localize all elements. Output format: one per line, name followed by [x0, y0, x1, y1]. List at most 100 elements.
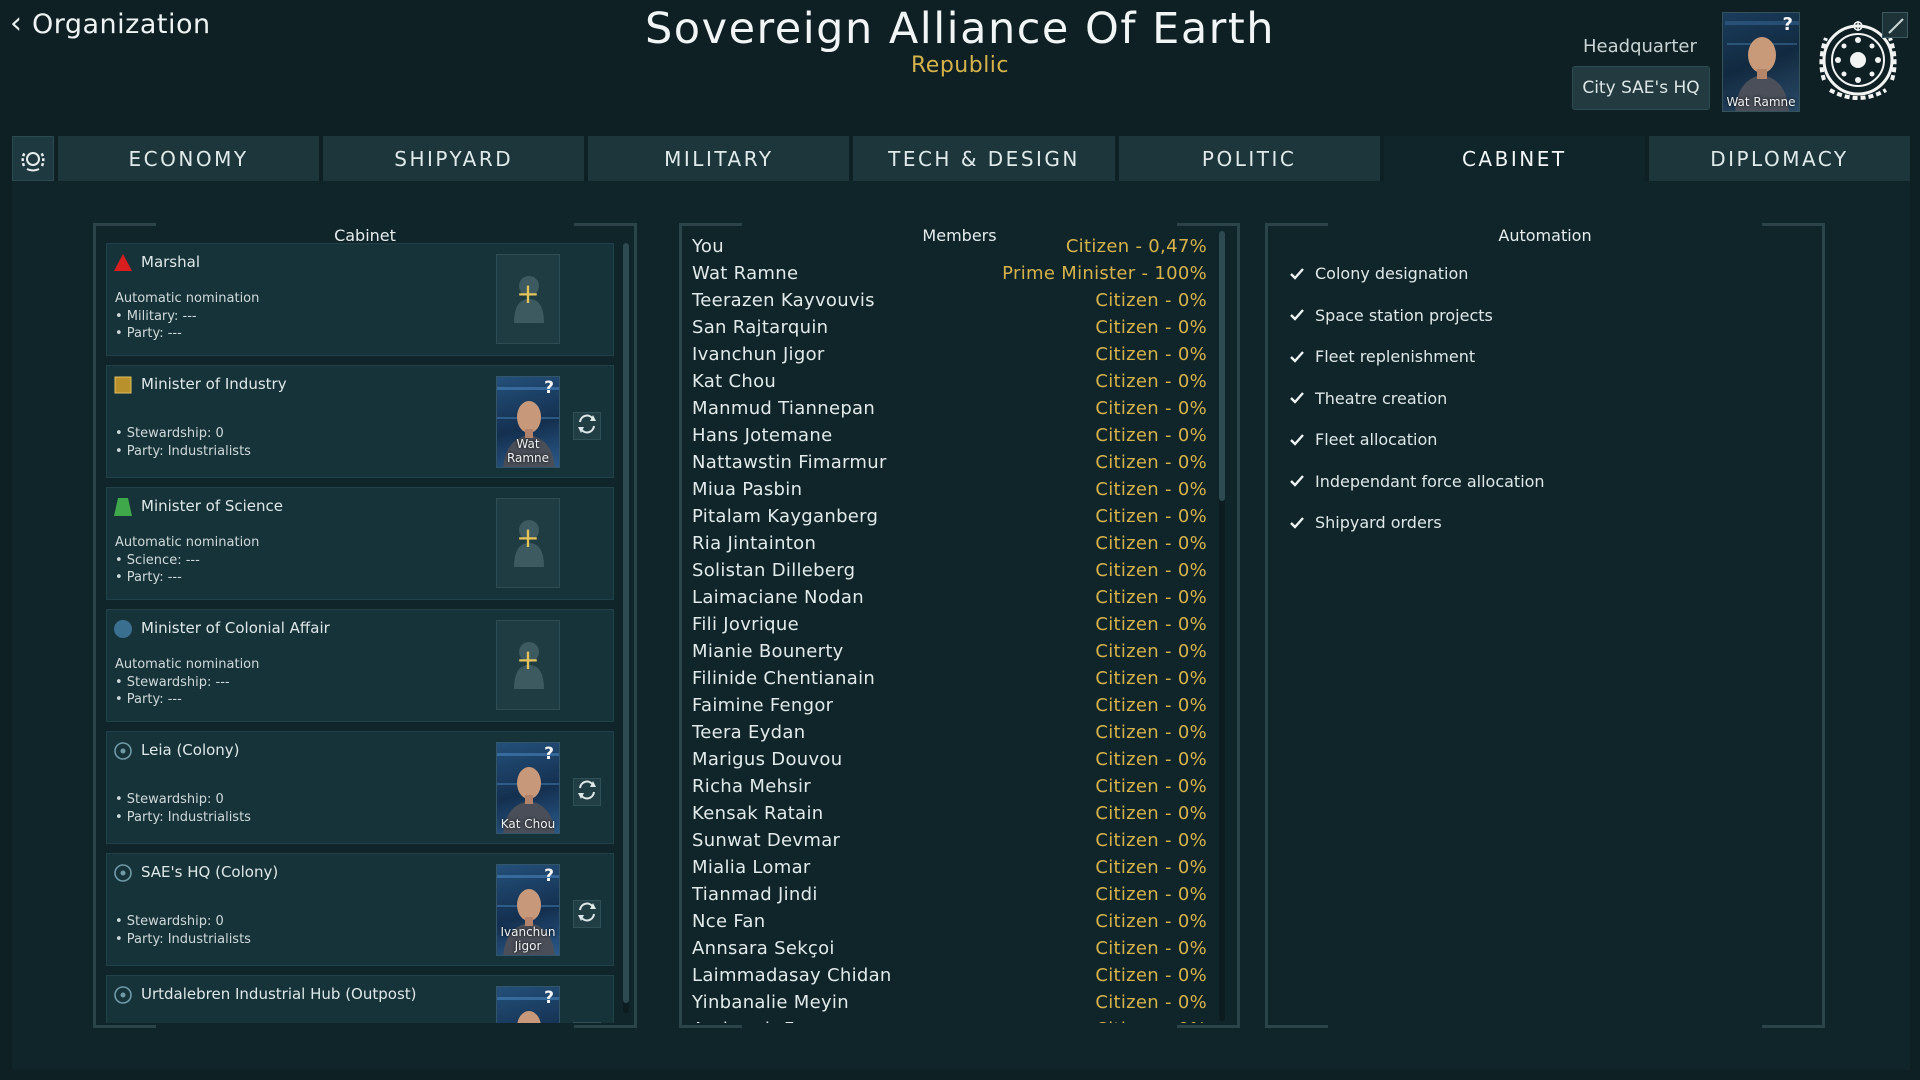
- member-row[interactable]: Miua Pasbin Citizen - 0%: [692, 476, 1207, 503]
- member-row[interactable]: Mialia Lomar Citizen - 0%: [692, 854, 1207, 881]
- plus-icon: +: [516, 643, 540, 676]
- automation-option[interactable]: Colony designation: [1288, 253, 1545, 295]
- member-row[interactable]: Teerazen Kayvouvis Citizen - 0%: [692, 287, 1207, 314]
- member-row[interactable]: Fili Jovrique Citizen - 0%: [692, 611, 1207, 638]
- member-row[interactable]: Nce Fan Citizen - 0%: [692, 908, 1207, 935]
- tab-tech-design[interactable]: TECH & DESIGN: [853, 136, 1115, 181]
- checkbox-check-icon[interactable]: [1288, 389, 1306, 407]
- member-row[interactable]: Laimaciane Nodan Citizen - 0%: [692, 584, 1207, 611]
- back-button[interactable]: ‹ Organization: [10, 8, 211, 40]
- swap-button[interactable]: [573, 778, 601, 806]
- member-row[interactable]: Annsara Sekçoi Citizen - 0%: [692, 935, 1207, 962]
- tab-politic[interactable]: POLITIC: [1118, 136, 1380, 181]
- checkbox-check-icon[interactable]: [1288, 431, 1306, 449]
- minister-portrait[interactable]: ? Kat Chou: [496, 742, 560, 834]
- minister-name: Wat Ramne: [506, 437, 550, 465]
- member-row[interactable]: Richa Mehsir Citizen - 0%: [692, 773, 1207, 800]
- nominate-slot[interactable]: +: [496, 498, 560, 588]
- member-row[interactable]: Wat Ramne Prime Minister - 100%: [692, 260, 1207, 287]
- automation-option[interactable]: Fleet replenishment: [1288, 336, 1545, 378]
- nominate-slot[interactable]: +: [496, 254, 560, 344]
- automation-option[interactable]: Theatre creation: [1288, 378, 1545, 420]
- main-content: Cabinet Marshal Automatic nomination • Mi…: [12, 181, 1910, 1070]
- member-row[interactable]: Pitalam Kayganberg Citizen - 0%: [692, 503, 1207, 530]
- leader-portrait[interactable]: Wat Ramne ?: [1722, 12, 1800, 112]
- members-list: You Citizen - 0,47% Wat Ramne Prime Minis…: [692, 233, 1207, 1023]
- checkbox-check-icon[interactable]: [1288, 265, 1306, 283]
- automation-option[interactable]: Shipyard orders: [1288, 502, 1545, 544]
- cabinet-card-title: Urtdalebren Industrial Hub (Outpost): [141, 985, 417, 1003]
- cabinet-card[interactable]: Minister of Industry • Stewardship: 0 • P…: [106, 365, 614, 478]
- member-row[interactable]: Hans Jotemane Citizen - 0%: [692, 422, 1207, 449]
- member-row[interactable]: Ria Jintainton Citizen - 0%: [692, 530, 1207, 557]
- member-row[interactable]: Yinbanalie Meyin Citizen - 0%: [692, 989, 1207, 1016]
- cabinet-card-line: Automatic nomination: [115, 535, 260, 550]
- automation-option[interactable]: Fleet allocation: [1288, 419, 1545, 461]
- automation-label: Shipyard orders: [1315, 513, 1442, 533]
- laurel-tab[interactable]: [12, 136, 54, 181]
- tab-diplomacy[interactable]: DIPLOMACY: [1648, 136, 1910, 181]
- minister-name: Kat Chou: [500, 817, 556, 831]
- swap-button[interactable]: [573, 412, 601, 440]
- automation-option[interactable]: Independant force allocation: [1288, 461, 1545, 503]
- tab-military[interactable]: MILITARY: [588, 136, 850, 181]
- checkbox-check-icon[interactable]: [1288, 306, 1306, 324]
- unknown-mark: ?: [544, 744, 554, 764]
- automation-option[interactable]: Space station projects: [1288, 295, 1545, 337]
- cabinet-card[interactable]: Minister of Science Automatic nomination…: [106, 487, 614, 600]
- checkbox-check-icon[interactable]: [1288, 472, 1306, 490]
- cabinet-scrollbar[interactable]: [623, 243, 629, 1013]
- member-row[interactable]: Marigus Douvou Citizen - 0%: [692, 746, 1207, 773]
- member-row[interactable]: Laimmadasay Chidan Citizen - 0%: [692, 962, 1207, 989]
- swap-button[interactable]: [573, 900, 601, 928]
- cabinet-card[interactable]: Marshal Automatic nomination • Military: …: [106, 243, 614, 356]
- member-name: Sunwat Devmar: [692, 830, 841, 851]
- checkbox-check-icon[interactable]: [1288, 348, 1306, 366]
- member-role: Citizen - 0%: [1095, 965, 1207, 986]
- members-scrollbar[interactable]: [1219, 231, 1225, 1021]
- nominate-slot[interactable]: +: [496, 620, 560, 710]
- member-row[interactable]: Mianie Bounerty Citizen - 0%: [692, 638, 1207, 665]
- member-role: Citizen - 0%: [1095, 479, 1207, 500]
- member-row[interactable]: Ivanchun Jigor Citizen - 0%: [692, 341, 1207, 368]
- member-row[interactable]: Tianmad Jindi Citizen - 0%: [692, 881, 1207, 908]
- member-row[interactable]: Solistan Dilleberg Citizen - 0%: [692, 557, 1207, 584]
- member-row[interactable]: Teera Eydan Citizen - 0%: [692, 719, 1207, 746]
- member-role: Citizen - 0%: [1095, 317, 1207, 338]
- member-role: Citizen - 0%: [1095, 614, 1207, 635]
- member-row[interactable]: You Citizen - 0,47%: [692, 233, 1207, 260]
- cabinet-card[interactable]: Minister of Colonial Affair Automatic no…: [106, 609, 614, 722]
- member-row[interactable]: Kat Chou Citizen - 0%: [692, 368, 1207, 395]
- member-role: Citizen - 0%: [1095, 938, 1207, 959]
- cabinet-card-line: • Party: ---: [115, 570, 182, 585]
- checkbox-check-icon[interactable]: [1288, 514, 1306, 532]
- tab-cabinet[interactable]: CABINET: [1383, 136, 1645, 181]
- member-row[interactable]: San Rajtarquin Citizen - 0%: [692, 314, 1207, 341]
- tab-economy[interactable]: ECONOMY: [58, 136, 320, 181]
- member-row[interactable]: Kensak Ratain Citizen - 0%: [692, 800, 1207, 827]
- member-row[interactable]: Faimine Fengor Citizen - 0%: [692, 692, 1207, 719]
- cabinet-panel: Cabinet Marshal Automatic nomination • Mi…: [93, 223, 637, 1028]
- member-row[interactable]: Manmud Tiannepan Citizen - 0%: [692, 395, 1207, 422]
- edit-emblem-button[interactable]: [1882, 12, 1908, 38]
- members-scroll-thumb[interactable]: [1219, 231, 1225, 501]
- cabinet-card[interactable]: Leia (Colony) • Stewardship: 0 • Party: I…: [106, 731, 614, 844]
- member-role: Citizen - 0%: [1095, 803, 1207, 824]
- unknown-mark: ?: [544, 866, 554, 886]
- member-row[interactable]: Sunwat Devmar Citizen - 0%: [692, 827, 1207, 854]
- cabinet-card-title: Marshal: [141, 253, 200, 271]
- cabinet-scroll-thumb[interactable]: [623, 243, 629, 1003]
- cabinet-card[interactable]: SAE's HQ (Colony) • Stewardship: 0 • Part…: [106, 853, 614, 966]
- member-role: Citizen - 0%: [1095, 722, 1207, 743]
- member-row[interactable]: Nattawstin Fimarmur Citizen - 0%: [692, 449, 1207, 476]
- member-role: Citizen - 0%: [1095, 290, 1207, 311]
- minister-portrait[interactable]: ? Wat Ramne: [496, 376, 560, 468]
- tab-shipyard[interactable]: SHIPYARD: [323, 136, 585, 181]
- member-row[interactable]: Filinide Chentianain Citizen - 0%: [692, 665, 1207, 692]
- headquarter-select[interactable]: City SAE's HQ: [1572, 66, 1710, 110]
- cabinet-card[interactable]: Urtdalebren Industrial Hub (Outpost) ?: [106, 975, 614, 1023]
- swap-button[interactable]: [573, 1022, 601, 1023]
- member-row[interactable]: Andramir Fayau Citizen - 0%: [692, 1016, 1207, 1023]
- minister-portrait[interactable]: ?: [496, 986, 560, 1023]
- minister-portrait[interactable]: ? Ivanchun Jigor: [496, 864, 560, 956]
